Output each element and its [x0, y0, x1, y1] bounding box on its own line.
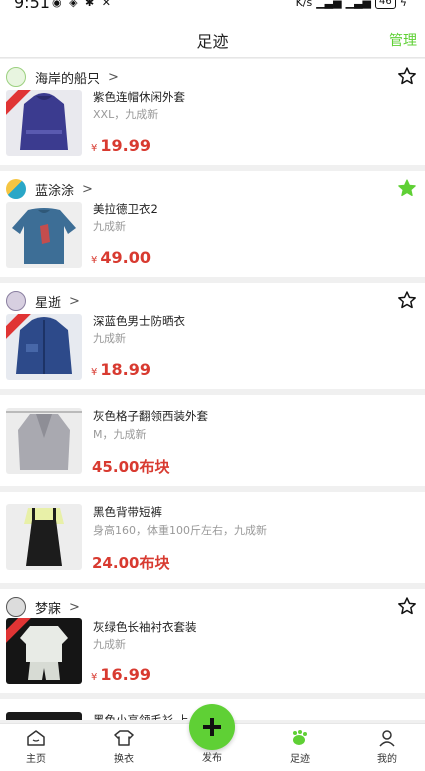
- chevron-right-icon: >: [69, 293, 80, 309]
- chevron-right-icon: >: [82, 181, 93, 197]
- list-item[interactable]: 星逝 > 深蓝色男士防晒衣 九成新 ¥18.99: [0, 283, 425, 389]
- seller-name: 蓝涂涂: [35, 183, 75, 199]
- tab-swap-label: 换衣: [114, 754, 134, 765]
- list-item[interactable]: 黑色背带短裤 身高160，体重100斤左右，九成新 24.00布块: [0, 492, 425, 583]
- blazer-image: [6, 411, 82, 470]
- seller-row[interactable]: 蓝涂涂 >: [6, 179, 93, 199]
- item-title: 灰绿色长袖衬衣套装: [93, 620, 197, 634]
- item-subtitle: 九成新: [93, 638, 126, 651]
- battery-icon: 46: [375, 0, 396, 9]
- seller-name: 星逝: [35, 295, 62, 311]
- item-price: ¥19.99: [91, 136, 151, 155]
- plus-icon: [203, 718, 221, 736]
- item-price: ¥49.00: [91, 248, 151, 267]
- item-title: 灰色格子翻领西装外套: [93, 409, 208, 423]
- item-thumbnail[interactable]: [6, 504, 82, 570]
- list-item[interactable]: 蓝涂涂 > 美拉德卫衣2 九成新 ¥49.00: [0, 171, 425, 277]
- seller-row[interactable]: 海岸的船只 >: [6, 67, 119, 87]
- charging-icon: ϟ: [399, 0, 407, 9]
- star-outline-icon[interactable]: [397, 66, 417, 86]
- item-subtitle: 九成新: [93, 332, 126, 345]
- avatar: [6, 597, 26, 617]
- seller-row[interactable]: 梦寐 >: [6, 597, 80, 617]
- item-thumbnail[interactable]: [6, 408, 82, 474]
- person-icon: [379, 730, 395, 747]
- item-subtitle: 身高160，体重100斤左右，九成新: [93, 524, 267, 537]
- list-item[interactable]: 海岸的船只 > 紫色连帽休闲外套 XXL，九成新 ¥19.99: [0, 59, 425, 165]
- seller-name: 海岸的船只: [35, 71, 101, 87]
- item-thumbnail[interactable]: [6, 314, 82, 380]
- item-title: 黑色小高领毛衫 上: [93, 713, 189, 720]
- item-title: 深蓝色男士防晒衣: [93, 314, 185, 328]
- item-thumbnail[interactable]: [6, 202, 82, 268]
- tab-footprint[interactable]: 足迹: [270, 729, 330, 765]
- status-bar: 9:51 ◉ ◈ ✱ ✕ K/s ▁▃▅ ▁▃▅ 46 ϟ: [0, 0, 425, 14]
- publish-label: 发布: [202, 753, 222, 764]
- net-speed: K/s: [295, 0, 313, 9]
- currency-symbol: ¥: [91, 143, 98, 154]
- sweatshirt-image: [12, 208, 76, 264]
- seller-name: 梦寐: [35, 601, 62, 617]
- currency-symbol: ¥: [91, 255, 98, 266]
- item-thumbnail[interactable]: [6, 712, 82, 720]
- price-value: 18.99: [100, 360, 151, 379]
- home-icon: [27, 730, 45, 746]
- chevron-right-icon: >: [108, 69, 119, 85]
- currency-symbol: ¥: [91, 367, 98, 378]
- tab-mine[interactable]: 我的: [357, 729, 417, 765]
- item-thumbnail[interactable]: [6, 618, 82, 684]
- list-item[interactable]: 灰色格子翻领西装外套 M，九成新 45.00布块: [0, 395, 425, 486]
- currency-symbol: ¥: [91, 672, 98, 683]
- signal-icon-2: ▁▃▅: [345, 0, 371, 9]
- item-title: 黑色背带短裤: [93, 505, 162, 519]
- seller-row[interactable]: 星逝 >: [6, 291, 80, 311]
- tab-footprint-label: 足迹: [290, 754, 310, 765]
- item-price: ¥16.99: [91, 665, 151, 684]
- footprint-list: 海岸的船只 > 紫色连帽休闲外套 XXL，九成新 ¥19.99 蓝涂涂 > 美拉…: [0, 59, 425, 720]
- item-subtitle: 九成新: [93, 220, 126, 233]
- list-item[interactable]: 梦寐 > 灰绿色长袖衬衣套装 九成新 ¥16.99: [0, 589, 425, 693]
- nav-bar: 足迹 管理: [0, 14, 425, 58]
- item-subtitle: M，九成新: [93, 428, 147, 441]
- manage-button[interactable]: 管理: [389, 30, 417, 50]
- star-filled-icon[interactable]: [397, 178, 417, 198]
- tab-home[interactable]: 主页: [6, 729, 66, 765]
- signal-icon: ▁▃▅: [316, 0, 342, 9]
- price-value: 49.00: [100, 248, 151, 267]
- avatar: [6, 291, 26, 311]
- price-value: 16.99: [100, 665, 151, 684]
- item-subtitle: XXL，九成新: [93, 108, 159, 121]
- avatar: [6, 67, 26, 87]
- item-title: 美拉德卫衣2: [93, 202, 158, 216]
- footprint-icon: [293, 730, 307, 745]
- tab-home-label: 主页: [26, 754, 46, 765]
- tab-swap[interactable]: 换衣: [94, 729, 154, 765]
- star-outline-icon[interactable]: [397, 596, 417, 616]
- status-icons: ◉ ◈ ✱ ✕: [52, 0, 113, 9]
- price-value: 19.99: [100, 136, 151, 155]
- item-thumbnail[interactable]: [6, 90, 82, 156]
- page-title: 足迹: [196, 32, 229, 51]
- item-title: 紫色连帽休闲外套: [93, 90, 185, 104]
- publish-button[interactable]: [189, 704, 235, 750]
- status-right: K/s ▁▃▅ ▁▃▅ 46 ϟ: [296, 0, 407, 9]
- chevron-right-icon: >: [69, 599, 80, 615]
- item-price: 45.00布块: [92, 458, 170, 476]
- avatar: [6, 179, 26, 199]
- star-outline-icon[interactable]: [397, 290, 417, 310]
- overalls-image: [24, 508, 64, 566]
- status-time: 9:51: [14, 0, 50, 12]
- item-price: 24.00布块: [92, 554, 170, 572]
- tab-mine-label: 我的: [377, 754, 397, 765]
- item-price: ¥18.99: [91, 360, 151, 379]
- shirt-icon: [114, 730, 134, 746]
